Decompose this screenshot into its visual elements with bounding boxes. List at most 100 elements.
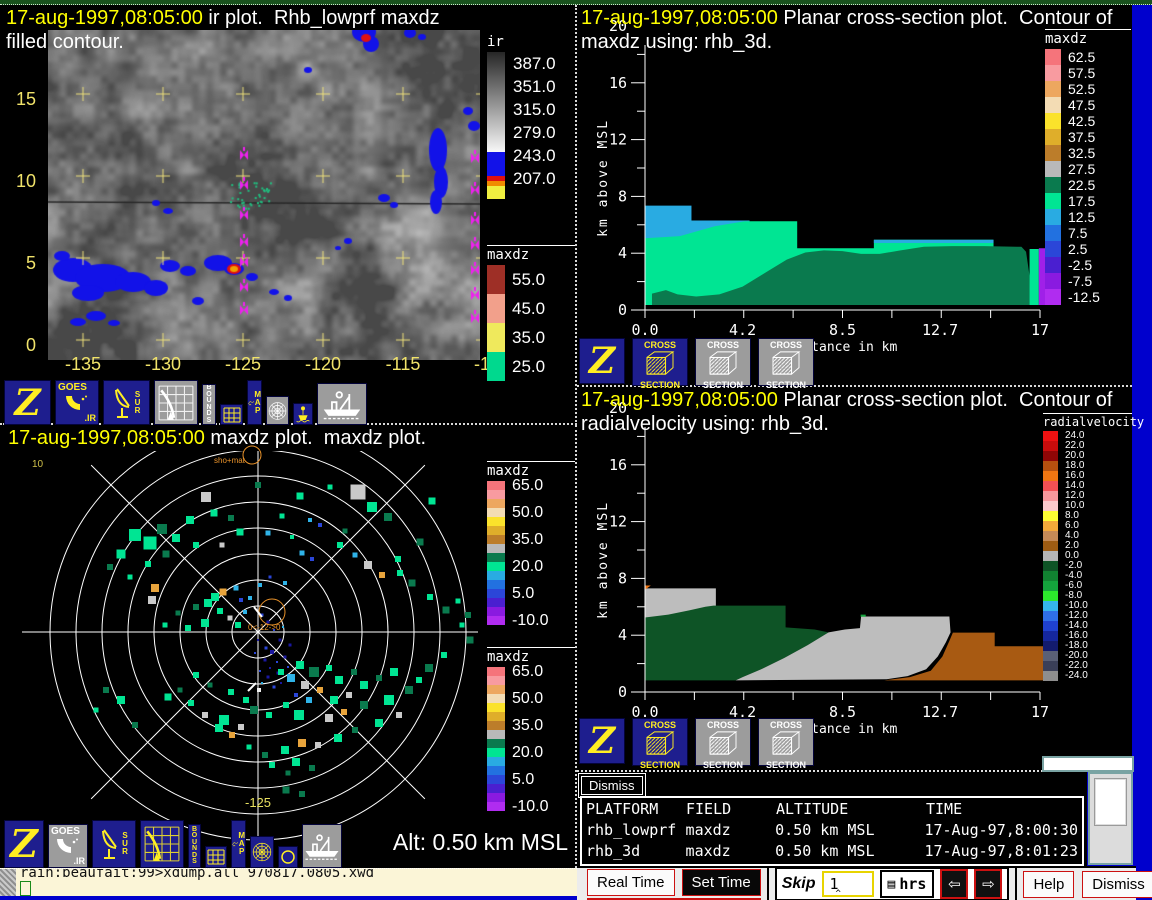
y-axis-tick: 0 xyxy=(6,335,36,356)
cross-section-button-2[interactable]: CROSS SECTION xyxy=(695,718,751,766)
br-radialvelocity-colorbar: radialvelocity24.022.020.018.016.014.012… xyxy=(1043,413,1132,681)
subgrid-button[interactable] xyxy=(220,404,243,425)
colorbar-title: maxdz xyxy=(1045,29,1131,47)
skip-value-input[interactable]: 1^ xyxy=(822,871,874,897)
colorbar-title: maxdz xyxy=(487,245,575,263)
radar-echo-cells xyxy=(94,482,474,797)
plot-timestamp: 17-aug-1997,08:05:00 xyxy=(8,427,205,449)
cross-section-button-3[interactable]: CROSS SECTION xyxy=(758,338,814,386)
bounds-button[interactable]: BOUNDS xyxy=(202,384,216,425)
surveillance-radar-button[interactable]: SUR xyxy=(92,820,136,868)
buoy-button[interactable] xyxy=(293,403,313,425)
zebra-logo[interactable]: Z xyxy=(4,820,44,868)
zebra-logo[interactable]: Z xyxy=(579,338,625,384)
set-time-button[interactable]: Set Time xyxy=(682,869,761,896)
subgrid-button[interactable] xyxy=(205,846,227,868)
colorbar-segment xyxy=(487,323,505,352)
colorbar-tick-label: 62.5 xyxy=(1068,50,1095,64)
goes-ir-button[interactable]: GOES .IR xyxy=(48,824,88,868)
colorbar-tick-label: 35.0 xyxy=(512,718,543,734)
ir-gradient xyxy=(487,52,505,152)
colorbar-segment xyxy=(1043,461,1058,471)
colorbar-segment xyxy=(1043,651,1058,661)
surveillance-radar-button[interactable]: SUR xyxy=(103,380,150,425)
colorbar-segment xyxy=(487,694,505,703)
scrollbar-thumb[interactable] xyxy=(1094,778,1127,826)
svg-text:17: 17 xyxy=(1031,703,1049,721)
skip-group: Skip 1^ ▤hrs ⇦ ⇨ xyxy=(775,867,1010,900)
control-dismiss-button[interactable]: Dismiss xyxy=(1082,871,1152,898)
terminal-scrollbar[interactable] xyxy=(0,869,16,896)
table-cell: rhb_lowprf xyxy=(586,820,686,841)
colorbar-segment xyxy=(1043,531,1058,541)
colorbar-segment xyxy=(1045,65,1061,81)
range-rings-button[interactable] xyxy=(250,836,274,868)
colorbar-segment xyxy=(487,481,505,490)
ship-button[interactable] xyxy=(302,824,342,868)
zebra-logo[interactable]: Z xyxy=(579,718,625,764)
map-label: MAP xyxy=(238,832,245,856)
svg-text:0.0: 0.0 xyxy=(631,321,658,339)
colorbar-segment xyxy=(487,748,505,757)
table-header-row: PLATFORMFIELDALTITUDETIME xyxy=(586,799,1078,820)
table-cell: maxdz xyxy=(686,820,776,841)
grid-overlay-button[interactable] xyxy=(154,380,198,425)
map-button[interactable]: MAP xyxy=(247,380,262,425)
zebra-display-screen: 17-aug-1997,08:05:00 ir plot. Rhb_lowprf… xyxy=(0,0,1152,900)
radar-dish-icon xyxy=(113,386,135,420)
hours-units-button[interactable]: ▤hrs xyxy=(880,870,935,898)
colorbar-tick-label: -7.5 xyxy=(1068,274,1092,288)
contour-regions xyxy=(645,586,1047,681)
plot-timestamp: 17-aug-1997,08:05:00 xyxy=(581,7,778,29)
colorbar-tick-label: 279.0 xyxy=(513,123,556,143)
circle-overlay-button[interactable] xyxy=(278,846,298,868)
svg-text:16: 16 xyxy=(609,74,627,92)
terminal-window[interactable]: rain:beaufait:99>xdump.all 970817.0805.x… xyxy=(0,868,577,896)
colorbar-segment xyxy=(487,775,505,784)
ir-colorbar-title: ir xyxy=(487,33,575,50)
colorbar-tick-label: 17.5 xyxy=(1068,194,1095,208)
grid-overlay-button[interactable] xyxy=(140,820,184,868)
colorbar-tick-label: 50.0 xyxy=(512,691,543,707)
cross-section-cube-icon xyxy=(643,350,677,381)
real-time-button[interactable]: Real Time xyxy=(587,869,675,896)
colorbar-segment xyxy=(1043,501,1058,511)
colorbar-tick-label: 2.5 xyxy=(1068,242,1087,256)
cross-section-button-2[interactable]: CROSS SECTION xyxy=(695,338,751,386)
colorbar-segment xyxy=(487,598,505,607)
colorbar-segment xyxy=(1043,631,1058,641)
colorbar-segment xyxy=(1045,209,1061,225)
colorbar-tick-label: -10.0 xyxy=(512,613,548,629)
status-dismiss-button[interactable]: Dismiss xyxy=(581,776,643,795)
cross-section-button-3[interactable]: CROSS SECTION xyxy=(758,718,814,766)
terminal-cursor[interactable] xyxy=(20,881,31,896)
satellite-ir-image[interactable] xyxy=(48,30,480,360)
zebra-logo[interactable]: Z xyxy=(4,380,51,425)
cross-section-button-1[interactable]: CROSS SECTION xyxy=(632,718,688,766)
colorbar-segment xyxy=(487,685,505,694)
svg-text:12: 12 xyxy=(609,513,627,531)
colorbar-segment xyxy=(1043,471,1058,481)
horizontal-scrollbar[interactable] xyxy=(1042,756,1134,772)
step-forward-button[interactable]: ⇨ xyxy=(974,869,1002,899)
help-button[interactable]: Help xyxy=(1023,871,1074,898)
colorbar-tick-label: 5.0 xyxy=(512,772,534,788)
colorbar-segment xyxy=(1043,591,1058,601)
vertical-scrollbar[interactable] xyxy=(1088,772,1133,865)
y-axis-tick: 5 xyxy=(6,253,36,274)
table-cell: 0.50 km MSL xyxy=(775,841,924,862)
colorbar-segment xyxy=(487,730,505,739)
colorbar-tick-label: 25.0 xyxy=(512,358,545,375)
cross-section-button-1[interactable]: CROSS SECTION xyxy=(632,338,688,386)
colorbar-segment xyxy=(1043,541,1058,551)
goes-ir-button[interactable]: GOES .IR xyxy=(55,380,99,425)
step-back-button[interactable]: ⇦ xyxy=(940,869,968,899)
colorbar-segment xyxy=(487,616,505,625)
radar-dish-icon xyxy=(100,827,122,861)
colorbar-segment xyxy=(487,535,505,544)
colorbar-segment xyxy=(487,526,505,535)
map-button[interactable]: MAP xyxy=(231,820,246,868)
ship-button[interactable] xyxy=(317,383,367,425)
bounds-button[interactable]: BOUNDS xyxy=(188,824,201,868)
range-rings-button[interactable] xyxy=(266,396,289,425)
